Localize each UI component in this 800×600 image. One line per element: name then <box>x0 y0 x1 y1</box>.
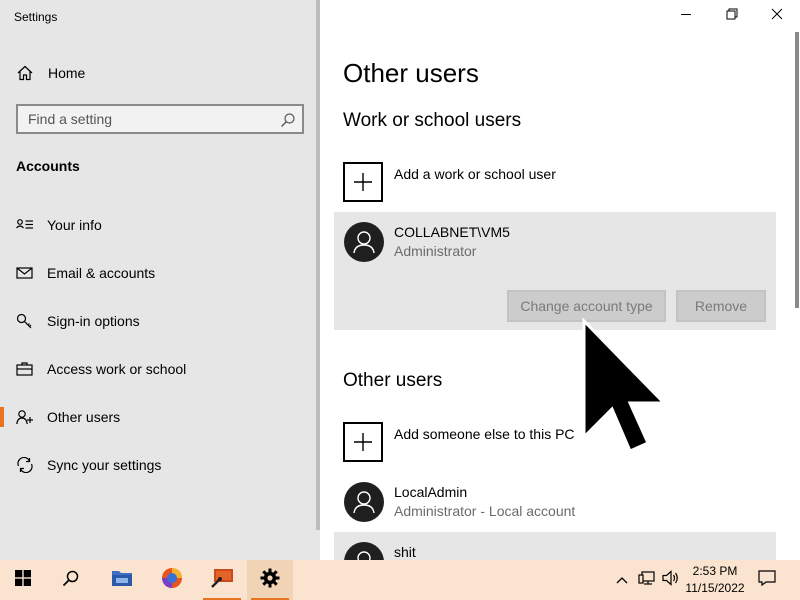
add-someone-else-label: Add someone else to this PC <box>394 426 575 442</box>
app-title: Settings <box>14 10 58 24</box>
search-input[interactable] <box>18 106 302 132</box>
sidebar-item-sync-settings[interactable]: Sync your settings <box>0 445 318 485</box>
sidebar-item-access-work-school[interactable]: Access work or school <box>0 349 318 389</box>
person-add-icon <box>16 409 34 425</box>
sync-icon <box>16 456 34 474</box>
restore-icon <box>726 7 738 25</box>
sidebar-item-your-info[interactable]: Your info <box>0 205 318 245</box>
account-name: LocalAdmin <box>394 484 468 500</box>
home-label: Home <box>48 65 86 81</box>
person-card-icon <box>16 217 34 233</box>
sidebar-home[interactable]: Home <box>0 58 320 88</box>
briefcase-icon <box>16 361 34 377</box>
selected-account-panel[interactable]: COLLABNET\VM5 Administrator Change accou… <box>334 212 776 330</box>
other-section-title: Other users <box>343 370 443 391</box>
account-role: Administrator - Local account <box>394 503 576 519</box>
sidebar-item-label: Access work or school <box>47 361 187 377</box>
close-button[interactable] <box>754 0 800 32</box>
chevron-up-icon <box>616 571 628 589</box>
avatar <box>344 542 384 560</box>
sidebar-item-label: Sync your settings <box>47 457 162 473</box>
add-someone-else-button[interactable]: Add someone else to this PC <box>343 422 763 466</box>
work-section-title: Work or school users <box>343 110 522 131</box>
volume-button[interactable] <box>660 560 682 600</box>
sidebar-item-label: Other users <box>47 409 121 425</box>
selection-indicator <box>0 407 4 427</box>
speaker-icon <box>662 569 680 591</box>
close-icon <box>771 7 783 25</box>
sidebar-item-sign-in-options[interactable]: Sign-in options <box>0 301 318 341</box>
plus-icon <box>343 162 383 202</box>
minimize-icon <box>680 7 692 25</box>
taskbar-file-explorer[interactable] <box>99 560 145 600</box>
sidebar-scrollbar[interactable] <box>316 0 320 530</box>
plus-icon <box>343 422 383 462</box>
notification-icon <box>758 569 776 591</box>
taskbar-clock[interactable]: 2:53 PM 11/15/2022 <box>680 563 750 597</box>
network-icon <box>638 570 656 591</box>
start-button[interactable] <box>0 560 46 600</box>
page-title: Other users <box>343 58 479 88</box>
sidebar-item-label: Email & accounts <box>47 265 156 281</box>
sidebar-item-other-users[interactable]: Other users <box>0 397 318 437</box>
avatar <box>344 482 384 522</box>
minimize-button[interactable] <box>663 0 709 32</box>
account-role: Administrator <box>394 243 477 259</box>
account-name: shit <box>394 544 416 560</box>
account-row-localadmin[interactable]: LocalAdmin Administrator - Local account <box>334 478 776 528</box>
taskbar-settings[interactable] <box>247 560 293 600</box>
notifications-button[interactable] <box>752 560 782 600</box>
windows-logo-icon <box>15 569 31 591</box>
folder-icon <box>111 569 133 592</box>
account-row-shit[interactable]: shit <box>334 532 776 560</box>
mouse-cursor-icon <box>578 315 670 455</box>
sidebar: Settings Home Accounts Your info Email &… <box>0 0 320 560</box>
remove-button[interactable]: Remove <box>676 290 766 322</box>
mail-icon <box>16 265 34 281</box>
section-heading: Accounts <box>16 158 80 174</box>
gear-icon <box>260 568 280 593</box>
taskbar-app[interactable] <box>199 560 245 600</box>
show-hidden-icons-button[interactable] <box>612 560 632 600</box>
taskbar-search-button[interactable] <box>48 560 94 600</box>
search-box[interactable] <box>16 104 304 134</box>
avatar <box>344 222 384 262</box>
clock-time: 2:53 PM <box>692 564 738 578</box>
sidebar-item-email-accounts[interactable]: Email & accounts <box>0 253 318 293</box>
add-work-school-user-label: Add a work or school user <box>394 166 556 182</box>
account-name: COLLABNET\VM5 <box>394 224 510 240</box>
taskbar-browser[interactable] <box>149 560 195 600</box>
key-icon <box>16 313 34 329</box>
taskbar: 2:53 PM 11/15/2022 <box>0 560 800 600</box>
search-icon <box>62 569 80 592</box>
home-icon <box>17 65 33 81</box>
search-icon[interactable] <box>280 112 296 128</box>
restore-button[interactable] <box>709 0 755 32</box>
network-button[interactable] <box>636 560 658 600</box>
sidebar-item-label: Your info <box>47 217 102 233</box>
app-icon <box>209 567 235 594</box>
clock-date: 11/15/2022 <box>685 581 745 595</box>
add-work-school-user-button[interactable]: Add a work or school user <box>343 162 763 206</box>
sidebar-item-label: Sign-in options <box>47 313 140 329</box>
browser-icon <box>161 567 183 594</box>
main-scrollbar[interactable] <box>795 32 799 308</box>
